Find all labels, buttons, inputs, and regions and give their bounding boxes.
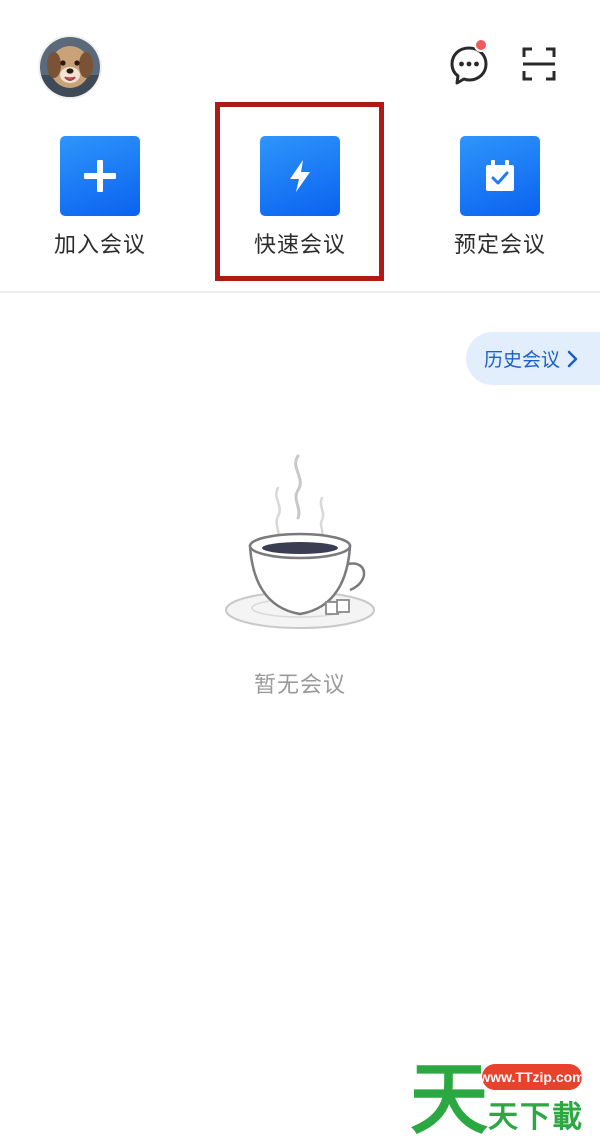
quick-meeting-label: 快速会议 xyxy=(253,233,346,258)
watermark-big-char: 天 xyxy=(410,1055,489,1145)
avatar-image xyxy=(40,37,100,97)
calendar-check-icon xyxy=(486,160,514,191)
lightning-icon xyxy=(290,160,310,192)
quick-meeting-button[interactable]: 快速会议 xyxy=(225,136,375,259)
section-divider xyxy=(0,291,600,293)
schedule-meeting-tile[interactable] xyxy=(460,136,540,216)
watermark-url-pill: www.TTzip.com xyxy=(479,1064,585,1090)
plus-icon xyxy=(84,160,116,192)
join-meeting-tile[interactable] xyxy=(60,136,140,216)
scan-icon xyxy=(522,47,556,81)
history-meetings-label: 历史会议 xyxy=(484,349,561,371)
history-meetings-button[interactable]: 历史会议 xyxy=(466,332,600,385)
join-meeting-button[interactable]: 加入会议 xyxy=(25,136,175,259)
schedule-meeting-label: 预定会议 xyxy=(453,233,546,258)
avatar[interactable] xyxy=(40,37,100,97)
schedule-meeting-button[interactable]: 预定会议 xyxy=(425,136,575,259)
empty-state-text: 暂无会议 xyxy=(253,673,346,698)
watermark-url: www.TTzip.com xyxy=(479,1069,585,1085)
quick-meeting-tile[interactable] xyxy=(260,136,340,216)
scan-button[interactable] xyxy=(521,46,557,82)
watermark-subtitle: 天下載 xyxy=(488,1100,584,1135)
notification-dot xyxy=(474,38,488,52)
site-watermark: 天 www.TTzip.com 天下載 xyxy=(408,1056,598,1144)
chevron-right-icon xyxy=(567,350,578,367)
join-meeting-label: 加入会议 xyxy=(53,233,146,258)
coffee-cup-illustration xyxy=(225,454,375,629)
